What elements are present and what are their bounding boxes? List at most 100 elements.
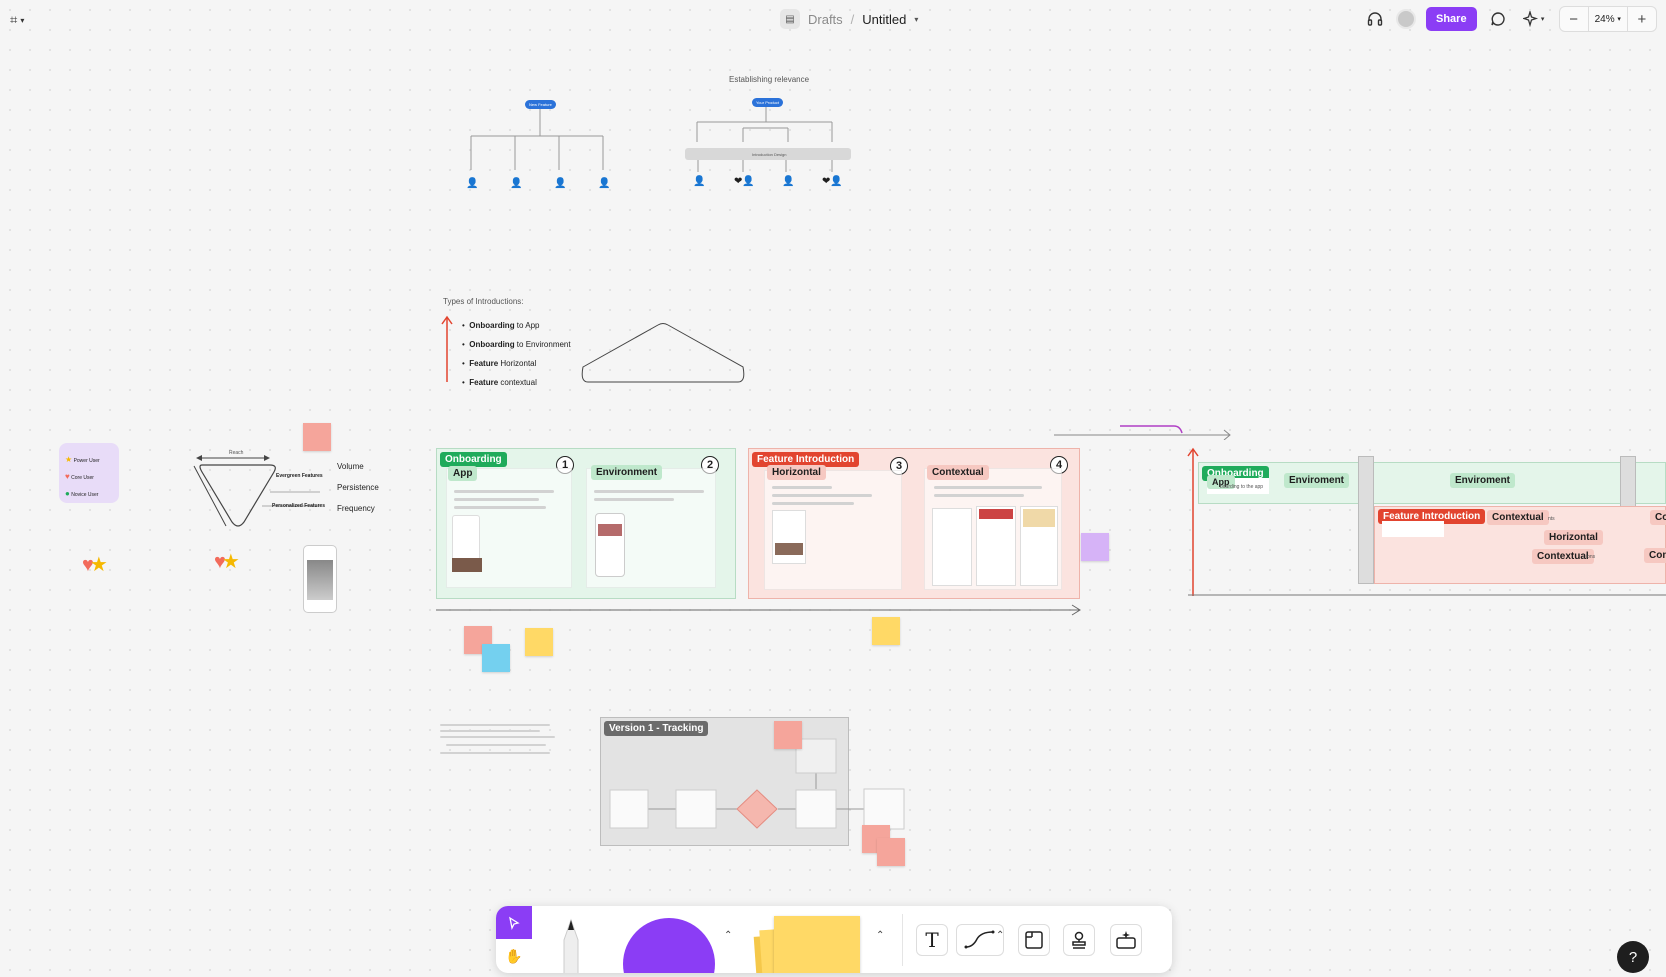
header-right-tools: Share ▾ − 24% ▾ + xyxy=(1364,6,1657,32)
user-icon: 👤 xyxy=(782,176,795,187)
funnel-reach-label: Reach xyxy=(229,450,244,456)
onboarding-section-tag[interactable]: Onboarding xyxy=(440,452,507,467)
cursor-tool[interactable] xyxy=(496,906,532,939)
type-item-3: • Feature Horizontal xyxy=(462,359,537,368)
right-contextual-c: Contextual xyxy=(1532,549,1594,564)
right-nts-text: nts xyxy=(1548,516,1555,522)
breadcrumb-separator: / xyxy=(850,11,855,27)
file-icon[interactable]: ▤ xyxy=(780,9,800,29)
mini-timeline xyxy=(1054,425,1231,440)
text-icon: T xyxy=(925,928,939,952)
right-horizontal: Horizontal xyxy=(1544,530,1603,545)
sticky-note[interactable] xyxy=(482,644,510,672)
comment-icon[interactable] xyxy=(1487,8,1509,30)
sticky-menu-chevron[interactable]: ⌃ xyxy=(876,930,884,941)
contextual-screenshot-2 xyxy=(976,506,1016,586)
notes-text-block[interactable] xyxy=(440,722,560,762)
star-icon: ★ xyxy=(65,455,73,464)
user-icon: ❤👤 xyxy=(822,176,843,187)
file-title[interactable]: Untitled xyxy=(862,12,906,27)
right-enviroment-1: Enviroment xyxy=(1284,473,1350,488)
user-legend: ★ Power User ♥ Core User ● Novice User xyxy=(59,443,119,503)
tree-node-right: Your Product xyxy=(752,98,783,107)
user-icon: ❤👤 xyxy=(734,176,755,187)
dot-icon: ● xyxy=(65,489,70,498)
sticky-note[interactable] xyxy=(774,721,802,749)
sparkle-icon[interactable]: ▾ xyxy=(1519,8,1549,30)
connector-icon xyxy=(964,930,995,949)
establishing-relevance-label: Establishing relevance xyxy=(729,75,810,84)
right-time-axis xyxy=(1188,594,1666,596)
right-contextual-edge-2: Cont xyxy=(1644,548,1666,563)
triangle-shape[interactable] xyxy=(578,322,748,384)
app-label: App xyxy=(448,466,478,481)
funnel-diagram xyxy=(193,455,320,527)
toolbar-divider xyxy=(902,914,903,966)
text-tool[interactable]: T xyxy=(916,924,948,956)
type-item-1: • Onboarding to App xyxy=(462,321,540,330)
avatar[interactable] xyxy=(1396,9,1416,29)
breadcrumb-drafts[interactable]: Drafts xyxy=(808,12,843,27)
hand-tool[interactable]: ✋ xyxy=(496,939,532,973)
right-app-sub: boarding to the app xyxy=(1220,484,1264,490)
sticky-note[interactable] xyxy=(525,628,553,656)
sticky-note[interactable] xyxy=(303,423,331,451)
chevron-down-icon: ▾ xyxy=(20,15,25,25)
breadcrumb: ▤ Drafts / Untitled ▾ xyxy=(780,9,918,29)
ai-tool[interactable] xyxy=(1110,924,1142,956)
shape-tool[interactable] xyxy=(623,918,715,973)
user-icon: 👤 xyxy=(510,178,523,189)
sticky-note[interactable] xyxy=(1081,533,1109,561)
horizontal-label: Horizontal xyxy=(767,465,826,480)
title-chevron-icon[interactable]: ▾ xyxy=(914,15,918,24)
main-menu-button[interactable]: ⌗ ▾ xyxy=(10,10,38,30)
ai-icon xyxy=(1116,931,1136,949)
pen-icon xyxy=(563,918,579,973)
phone-mockup[interactable] xyxy=(303,545,337,613)
help-button[interactable]: ? xyxy=(1617,941,1649,973)
sticky-note[interactable] xyxy=(877,838,905,866)
headphones-icon[interactable] xyxy=(1364,8,1386,30)
sticky-tool-top[interactable] xyxy=(774,916,860,973)
zoom-control: − 24% ▾ + xyxy=(1558,6,1657,32)
right-contextual-edge-1: Co xyxy=(1650,510,1666,525)
app-image xyxy=(452,558,482,572)
selection-tool-group: ✋ xyxy=(496,906,532,973)
right-ions-text: ions xyxy=(1586,554,1596,560)
section-icon xyxy=(1025,931,1043,949)
zoom-in-button[interactable]: + xyxy=(1628,7,1656,31)
top-bar: ⌗ ▾ ▤ Drafts / Untitled ▾ Share ▾ − 24% … xyxy=(0,0,1666,38)
funnel-personalized-label: Personalized Features xyxy=(272,503,326,509)
shape-menu-chevron[interactable]: ⌃ xyxy=(724,930,732,941)
right-contextual-card[interactable] xyxy=(1382,521,1444,537)
cursor-icon xyxy=(509,916,520,930)
types-title: Types of Introductions: xyxy=(443,297,524,306)
type-item-4: • Feature contextual xyxy=(462,378,537,387)
tree-node-left: New Feature xyxy=(525,100,556,109)
heart-star-icon: ♥★ xyxy=(82,554,108,576)
pen-tool[interactable] xyxy=(556,918,586,973)
figma-menu-icon: ⌗ xyxy=(10,12,18,27)
share-button[interactable]: Share xyxy=(1426,7,1477,31)
heart-star-icon: ♥★ xyxy=(214,551,240,573)
intro-design-label: Introduction Design xyxy=(752,152,787,157)
timeline-arrow xyxy=(436,604,1081,616)
right-pillar xyxy=(1358,456,1374,584)
stamp-icon xyxy=(1072,931,1086,949)
right-contextual-a: Contextual xyxy=(1487,510,1549,525)
types-arrow xyxy=(441,315,453,382)
connector-menu-chevron[interactable]: ⌃ xyxy=(996,930,1004,941)
stamp-tool[interactable] xyxy=(1063,924,1095,956)
zoom-out-button[interactable]: − xyxy=(1560,7,1588,31)
section-tool[interactable] xyxy=(1018,924,1050,956)
user-icon: 👤 xyxy=(466,178,479,189)
zoom-level[interactable]: 24% ▾ xyxy=(1587,7,1628,31)
heart-icon: ♥ xyxy=(65,472,70,481)
type-item-2: • Onboarding to Environment xyxy=(462,340,571,349)
user-icon: 👤 xyxy=(598,178,611,189)
user-icon: 👤 xyxy=(693,176,706,187)
sticky-note[interactable] xyxy=(872,617,900,645)
legend-core-user: ♥ Core User xyxy=(65,472,94,481)
legend-power-user: ★ Power User xyxy=(65,455,100,464)
zoom-value: 24% xyxy=(1594,13,1615,25)
